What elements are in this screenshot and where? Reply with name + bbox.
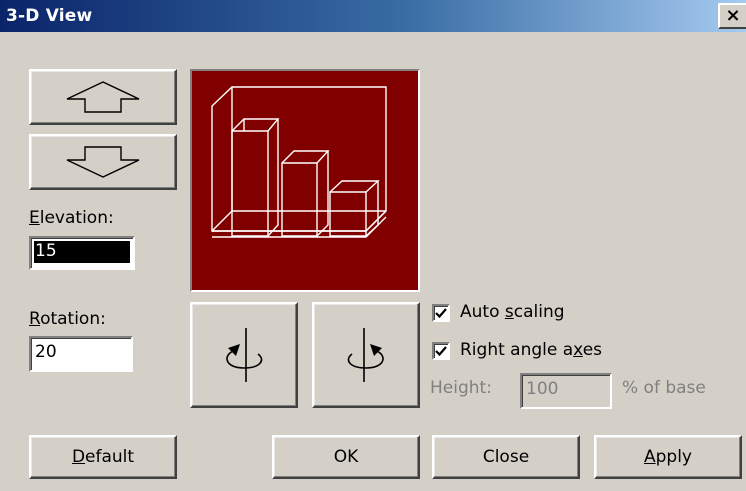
arrow-down-icon: [66, 146, 140, 178]
height-input: 100: [520, 373, 612, 409]
rotate-left-button[interactable]: [190, 302, 298, 408]
checkmark-icon: [435, 308, 447, 319]
default-button[interactable]: Default: [29, 435, 177, 479]
rotate-right-button[interactable]: [312, 302, 420, 408]
height-label: Height:: [430, 378, 492, 398]
right-angle-axes-label[interactable]: Right angle axes: [460, 340, 602, 360]
rotation-input[interactable]: 20: [29, 336, 133, 372]
title-bar: 3-D View ×: [0, 0, 746, 32]
height-suffix: % of base: [622, 378, 706, 398]
arrow-up-icon: [66, 81, 140, 113]
elevation-input[interactable]: 15: [29, 236, 135, 270]
rotation-value: 20: [35, 342, 57, 362]
elevation-label: Elevation:: [29, 208, 114, 228]
elevation-value: 15: [34, 241, 130, 263]
height-value: 100: [526, 379, 559, 399]
close-window-button[interactable]: ×: [718, 3, 746, 29]
auto-scaling-checkbox[interactable]: [432, 304, 450, 322]
auto-scaling-label[interactable]: Auto scaling: [460, 302, 565, 322]
close-button[interactable]: Close: [432, 435, 580, 479]
right-angle-axes-checkbox[interactable]: [432, 342, 450, 360]
rotate-right-icon: [347, 328, 384, 382]
rotation-label: Rotation:: [29, 309, 106, 329]
apply-button[interactable]: Apply: [594, 435, 742, 479]
window-title: 3-D View: [6, 6, 93, 26]
rotate-left-icon: [226, 328, 263, 382]
ok-button[interactable]: OK: [272, 435, 420, 479]
elevation-down-button[interactable]: [29, 134, 177, 190]
chart-preview: [190, 69, 420, 292]
close-icon: ×: [725, 5, 741, 26]
3d-bar-chart-preview-icon: [211, 86, 387, 238]
checkmark-icon: [435, 346, 447, 357]
elevation-up-button[interactable]: [29, 69, 177, 125]
